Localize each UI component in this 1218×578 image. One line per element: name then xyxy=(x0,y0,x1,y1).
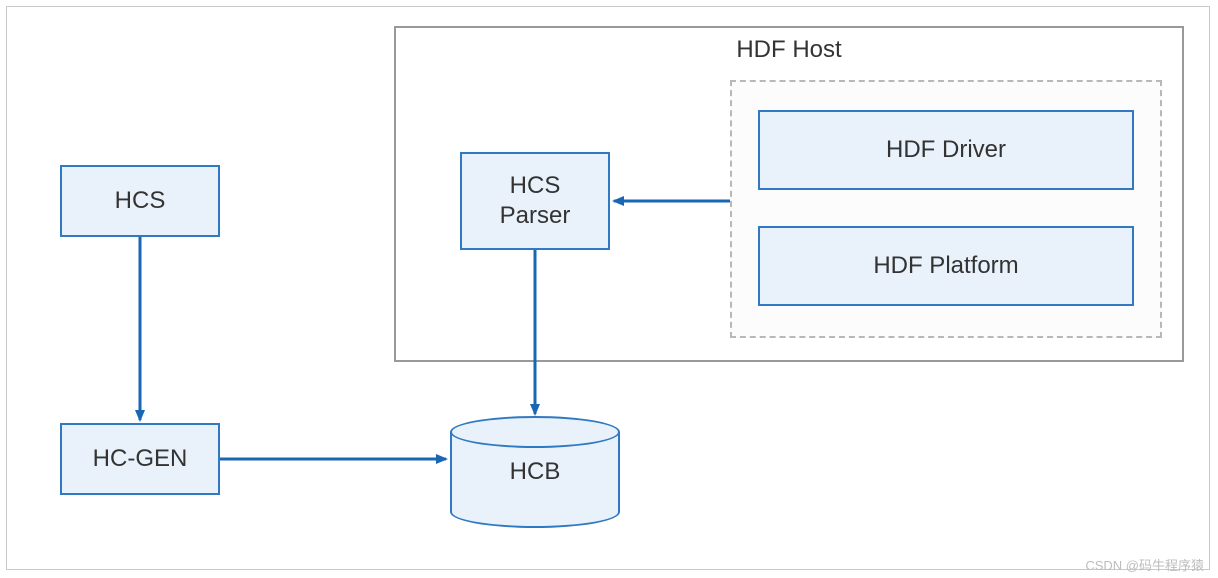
node-hcgen: HC-GEN xyxy=(60,423,220,495)
node-hcs-parser-label: HCS Parser xyxy=(500,171,571,231)
node-hcb-label: HCB xyxy=(510,458,561,486)
node-hdf-driver: HDF Driver xyxy=(758,110,1134,190)
cylinder-top xyxy=(450,416,620,448)
node-hdf-driver-label: HDF Driver xyxy=(886,135,1006,165)
node-hcs-label: HCS xyxy=(115,186,166,216)
node-hdf-platform: HDF Platform xyxy=(758,226,1134,306)
node-hcgen-label: HC-GEN xyxy=(93,444,188,474)
watermark: CSDN @码牛程序猿 xyxy=(1085,555,1204,574)
hdf-host-title: HDF Host xyxy=(396,36,1182,64)
node-hcs-parser: HCS Parser xyxy=(460,152,610,250)
node-hcs: HCS xyxy=(60,165,220,237)
node-hdf-platform-label: HDF Platform xyxy=(873,251,1018,281)
node-hcb: HCB xyxy=(450,416,620,526)
diagram-canvas: HCS HC-GEN HCB HDF Host HCS Parser HDF D… xyxy=(0,0,1218,578)
